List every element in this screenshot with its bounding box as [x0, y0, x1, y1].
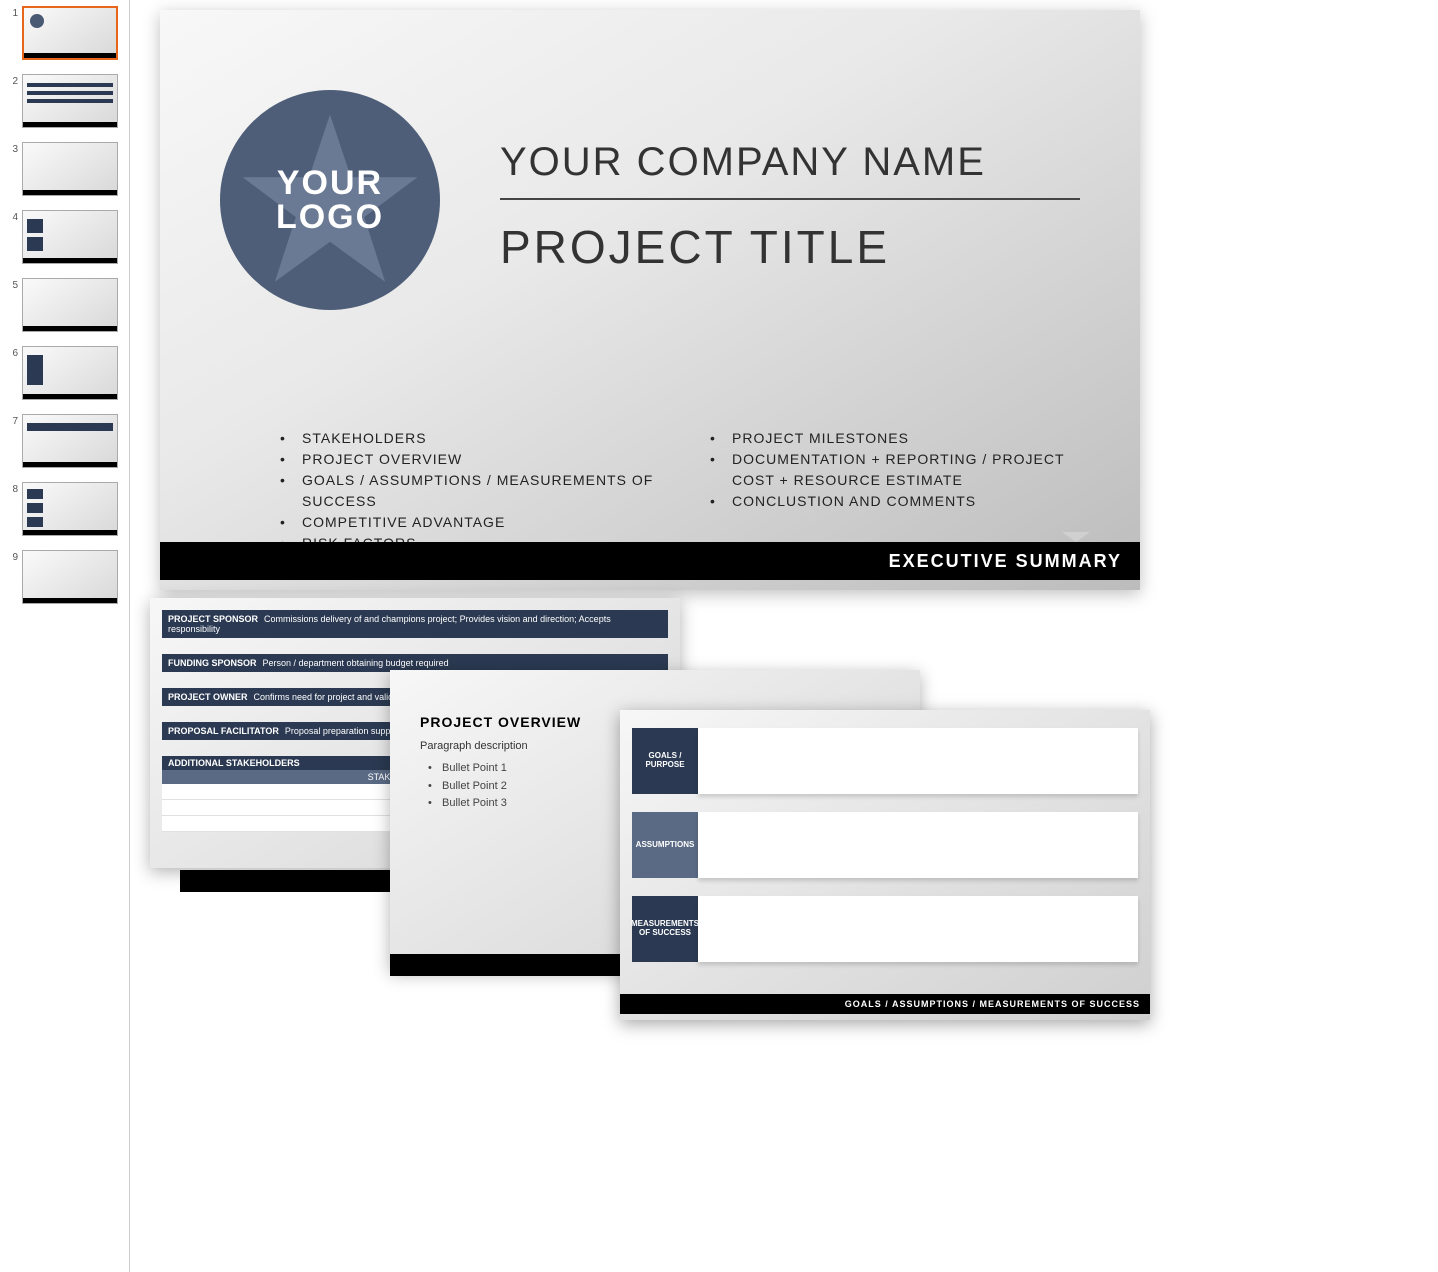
company-name: YOUR COMPANY NAME — [500, 140, 986, 185]
footer-notch-icon — [1062, 532, 1090, 542]
goals-card: GOALS / PURPOSE ASSUMPTIONS MEASUREMENTS… — [620, 710, 1150, 1020]
thumbnail-slide-3[interactable] — [22, 142, 118, 196]
thumbnail-row-7[interactable]: 7 — [8, 414, 121, 468]
block-content — [698, 896, 1138, 962]
thumbnail-row-4[interactable]: 4 — [8, 210, 121, 264]
thumbnail-row-1[interactable]: 1 — [8, 6, 121, 60]
thumbnail-slide-5[interactable] — [22, 278, 118, 332]
thumbnail-row-3[interactable]: 3 — [8, 142, 121, 196]
toc-item: DOCUMENTATION + REPORTING / PROJECT COST… — [710, 449, 1100, 491]
slide-thumbnail-panel: 1 2 3 4 5 6 — [0, 0, 130, 1272]
toc-item: GOALS / ASSUMPTIONS / MEASUREMENTS OF SU… — [280, 470, 680, 512]
block-row: GOALS / PURPOSE — [632, 728, 1138, 794]
thumbnail-slide-7[interactable] — [22, 414, 118, 468]
toc-item: STAKEHOLDERS — [280, 428, 680, 449]
toc-item: PROJECT OVERVIEW — [280, 449, 680, 470]
thumbnail-number: 6 — [8, 346, 18, 359]
thumbnail-slide-4[interactable] — [22, 210, 118, 264]
thumbnail-number: 9 — [8, 550, 18, 563]
title-divider — [500, 198, 1080, 200]
block-row: ASSUMPTIONS — [632, 812, 1138, 878]
block-row: MEASUREMENTS OF SUCCESS — [632, 896, 1138, 962]
footer-bar: EXECUTIVE SUMMARY — [160, 542, 1140, 580]
main-slide: YOURLOGO YOUR COMPANY NAME PROJECT TITLE… — [160, 10, 1140, 590]
thumbnail-row-8[interactable]: 8 — [8, 482, 121, 536]
thumbnail-number: 5 — [8, 278, 18, 291]
block-label: MEASUREMENTS OF SUCCESS — [632, 896, 698, 962]
logo-text: YOURLOGO — [276, 166, 384, 234]
thumbnail-number: 3 — [8, 142, 18, 155]
thumbnail-number: 1 — [8, 6, 18, 19]
thumbnail-number: 2 — [8, 74, 18, 87]
thumbnail-row-2[interactable]: 2 — [8, 74, 121, 128]
table-row: PROJECT SPONSORCommissions delivery of a… — [162, 610, 668, 638]
card-footer-bar — [390, 954, 622, 976]
thumbnail-row-9[interactable]: 9 — [8, 550, 121, 604]
thumbnail-number: 4 — [8, 210, 18, 223]
thumbnail-row-6[interactable]: 6 — [8, 346, 121, 400]
logo-placeholder: YOURLOGO — [220, 90, 440, 310]
thumbnail-number: 8 — [8, 482, 18, 495]
toc-item: CONCLUSTION AND COMMENTS — [710, 491, 1100, 512]
thumbnail-number: 7 — [8, 414, 18, 427]
toc-bullets-left: STAKEHOLDERS PROJECT OVERVIEW GOALS / AS… — [280, 428, 680, 554]
card-footer-label: GOALS / ASSUMPTIONS / MEASUREMENTS OF SU… — [620, 994, 1150, 1014]
thumbnail-slide-9[interactable] — [22, 550, 118, 604]
block-content — [698, 812, 1138, 878]
thumbnail-slide-1[interactable] — [22, 6, 118, 60]
toc-bullets-right: PROJECT MILESTONES DOCUMENTATION + REPOR… — [710, 428, 1100, 512]
thumbnail-slide-6[interactable] — [22, 346, 118, 400]
toc-item: PROJECT MILESTONES — [710, 428, 1100, 449]
footer-label: EXECUTIVE SUMMARY — [889, 551, 1122, 572]
block-label: GOALS / PURPOSE — [632, 728, 698, 794]
thumbnail-row-5[interactable]: 5 — [8, 278, 121, 332]
project-title: PROJECT TITLE — [500, 220, 890, 274]
block-content — [698, 728, 1138, 794]
block-label: ASSUMPTIONS — [632, 812, 698, 878]
thumbnail-slide-8[interactable] — [22, 482, 118, 536]
thumbnail-slide-2[interactable] — [22, 74, 118, 128]
toc-item: COMPETITIVE ADVANTAGE — [280, 512, 680, 533]
